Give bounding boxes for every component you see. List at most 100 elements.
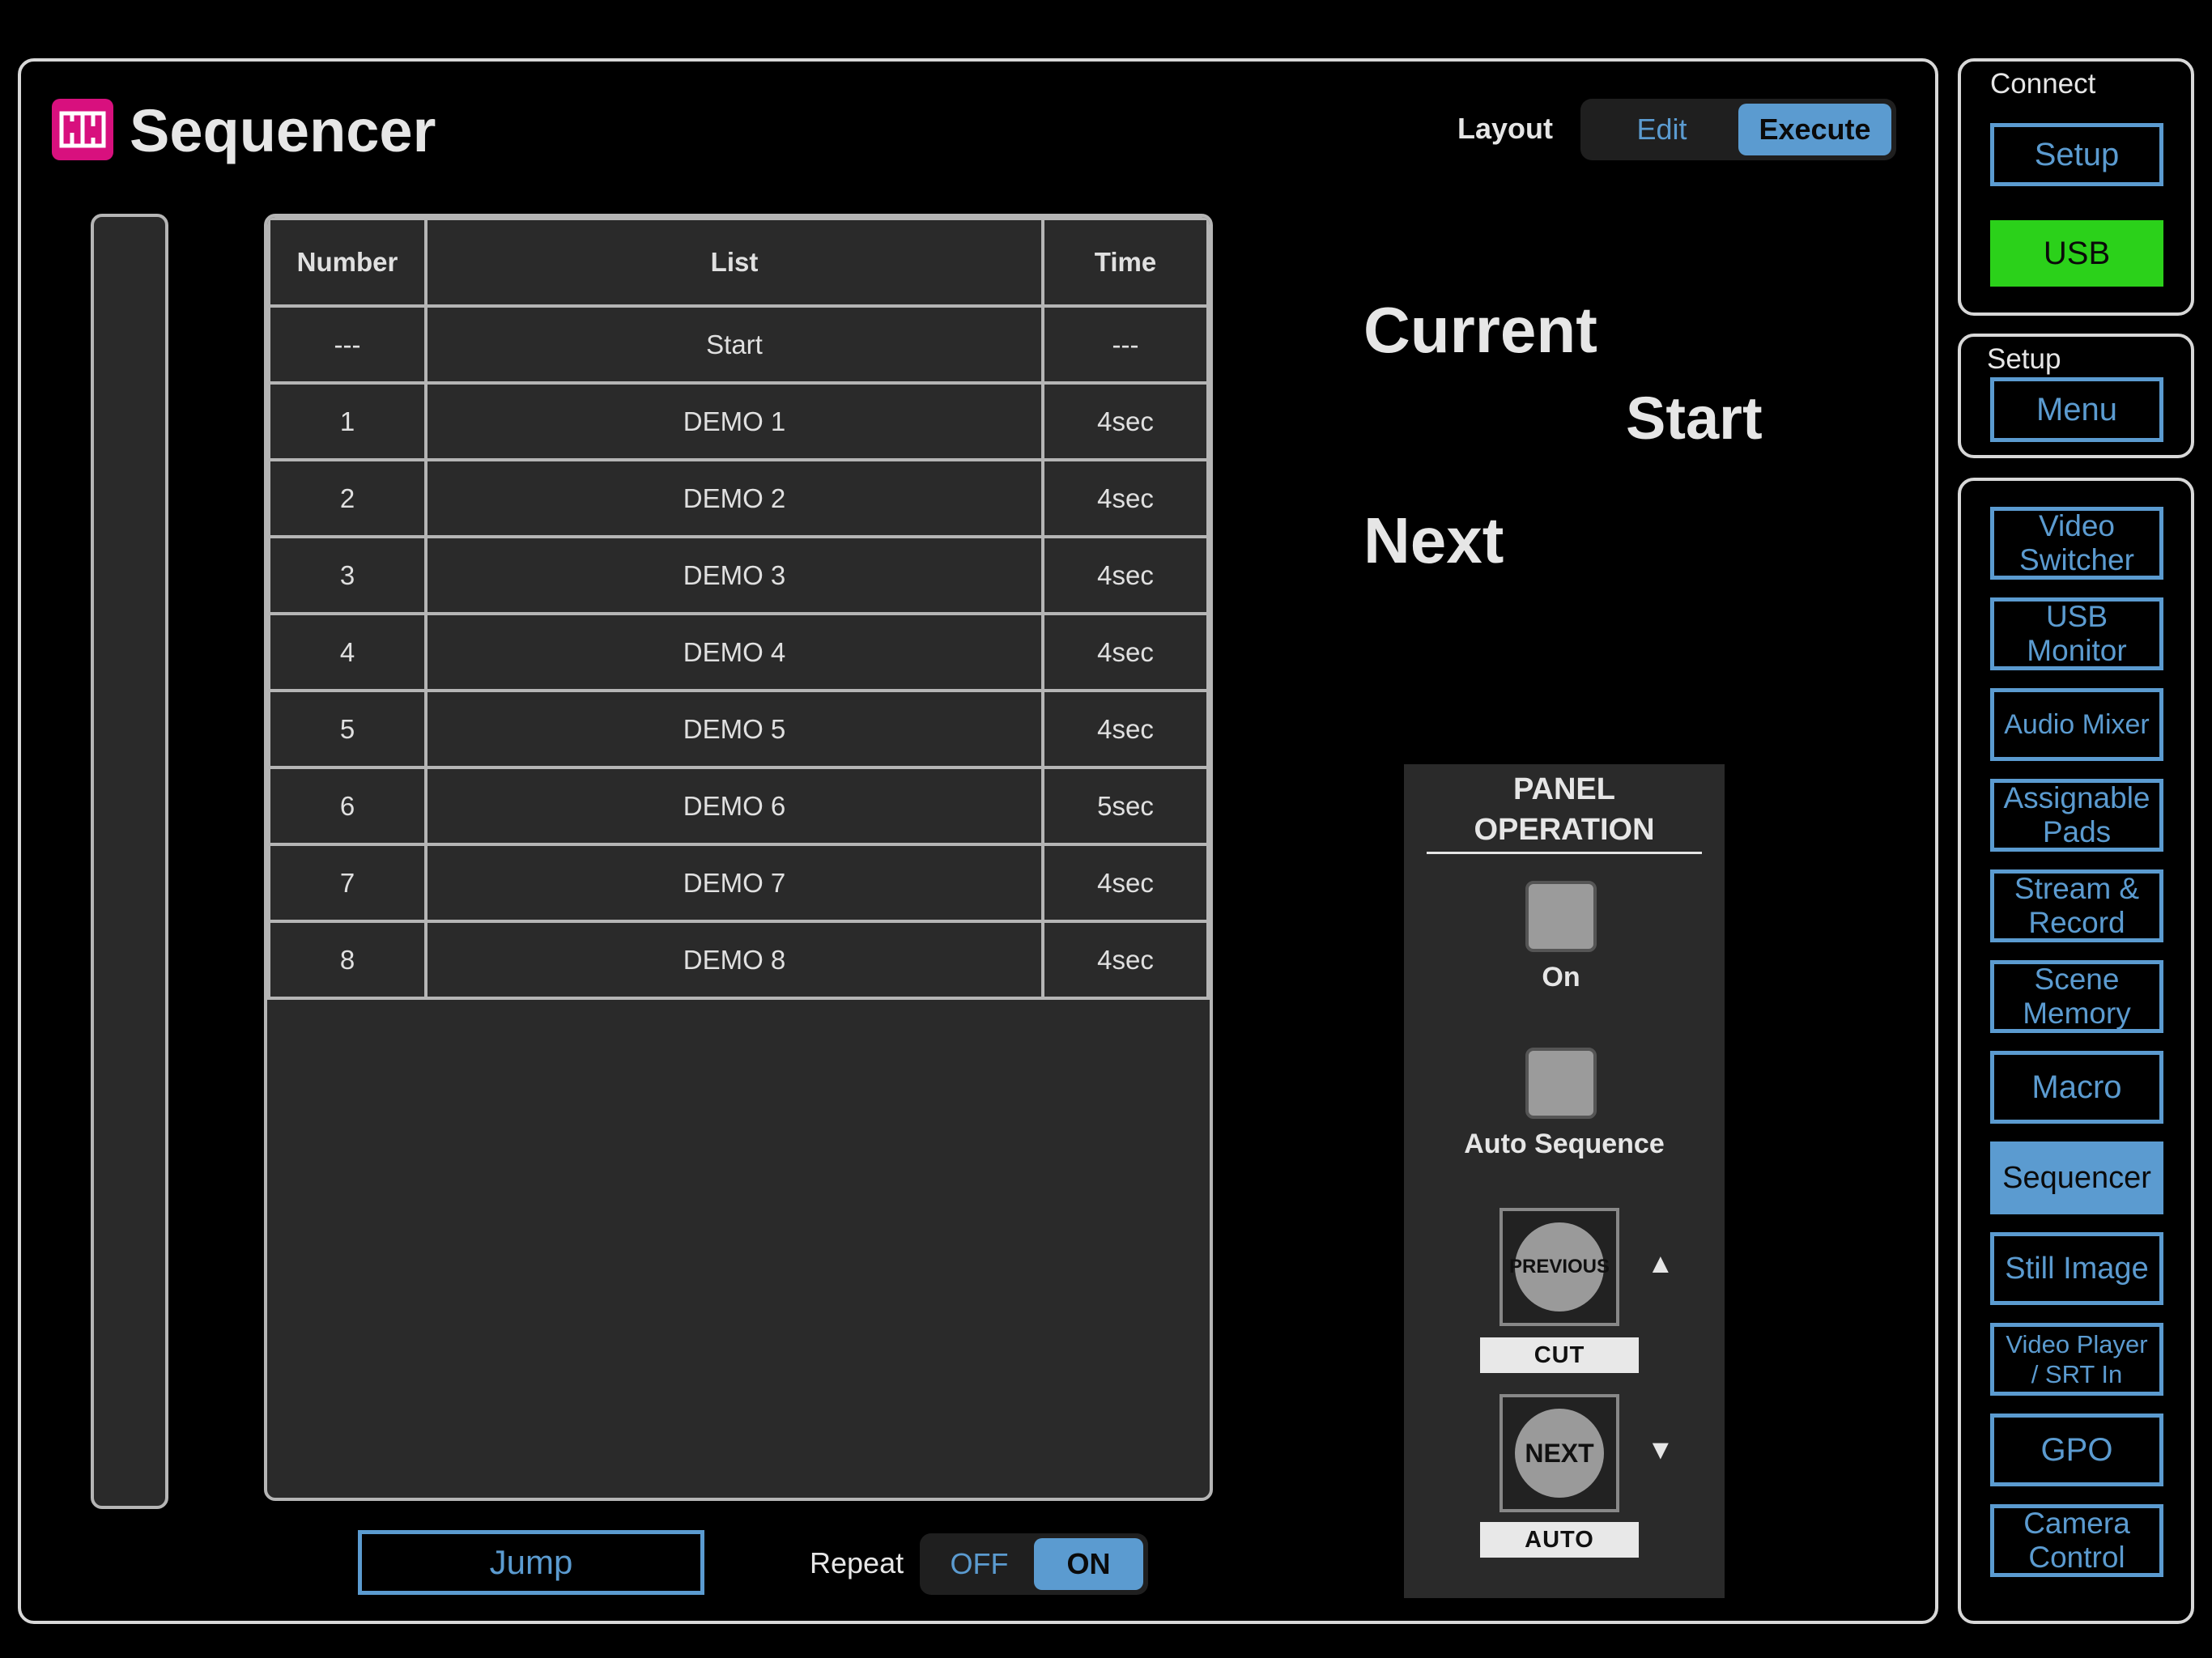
nav-label-line2: Memory [2023,997,2131,1030]
next-key-button[interactable]: NEXT [1499,1394,1619,1512]
row-list: DEMO 7 [424,843,1044,923]
scrollbar[interactable] [91,214,168,1509]
nav-stream-record[interactable]: Stream & Record [1990,869,2163,942]
auto-sequence-label: Auto Sequence [1464,1129,1665,1159]
nav-label-line1: Assignable [2003,781,2150,814]
row-number: 7 [267,843,428,923]
current-value: Start [1626,385,1763,452]
table-row[interactable]: 4 DEMO 4 4sec [267,612,1210,692]
row-number: 3 [267,535,428,615]
nav-label-line2: Record [2028,906,2125,939]
row-number: 4 [267,612,428,692]
repeat-on-button[interactable]: ON [1034,1538,1143,1590]
nav-sequencer[interactable]: Sequencer [1990,1141,2163,1214]
row-list: DEMO 3 [424,535,1044,615]
row-list: DEMO 2 [424,458,1044,538]
nav-assignable-pads[interactable]: Assignable Pads [1990,779,2163,852]
nav-label-line2: / SRT In [2031,1360,2123,1388]
row-number: 6 [267,766,428,846]
panel-on-button[interactable] [1525,881,1597,952]
panel-operation-title-line2: OPERATION [1474,813,1655,847]
row-number: 2 [267,458,428,538]
layout-edit-button[interactable]: Edit [1585,104,1738,155]
repeat-off-button[interactable]: OFF [925,1538,1034,1590]
row-list: DEMO 8 [424,920,1044,1000]
nav-macro[interactable]: Macro [1990,1051,2163,1124]
nav-label-line1: Macro [2031,1069,2122,1105]
row-time: 4sec [1041,843,1210,923]
row-number: 8 [267,920,428,1000]
layout-label: Layout [1457,112,1554,145]
nav-label-line1: Sequencer [2002,1161,2151,1195]
nav-label-line1: USB [2045,600,2108,633]
cut-label: CUT [1480,1337,1639,1373]
nav-label-line1: Audio Mixer [2004,709,2150,740]
table-row[interactable]: 2 DEMO 2 4sec [267,458,1210,538]
row-time: 4sec [1041,612,1210,692]
table-row[interactable]: 6 DEMO 6 5sec [267,766,1210,846]
panel-operation-title: PANEL OPERATION [1427,769,1702,854]
next-label: Next [1363,504,1504,576]
table-header-row: Number List Time [267,217,1210,308]
sequence-table: Number List Time --- Start --- 1 DEMO 1 … [267,217,1210,1000]
nav-scene-memory[interactable]: Scene Memory [1990,960,2163,1033]
nav-label-line1: Video Player [2006,1330,2148,1358]
auto-sequence-button[interactable] [1525,1048,1597,1119]
connect-label: Connect [1990,68,2096,100]
row-time: 5sec [1041,766,1210,846]
menu-button[interactable]: Menu [1990,377,2163,442]
connect-setup-button[interactable]: Setup [1990,123,2163,186]
row-time: --- [1041,304,1210,385]
table-row[interactable]: --- Start --- [267,304,1210,385]
up-arrow-icon: ▲ [1647,1248,1674,1279]
sequencer-logo-icon [52,99,113,160]
nav-label-line1: GPO [2040,1432,2113,1468]
table-row[interactable]: 1 DEMO 1 4sec [267,381,1210,461]
layout-execute-button[interactable]: Execute [1738,104,1891,155]
nav-video-switcher[interactable]: Video Switcher [1990,507,2163,580]
jump-button[interactable]: Jump [358,1530,704,1595]
sequence-table-panel: Number List Time --- Start --- 1 DEMO 1 … [264,214,1213,1501]
nav-camera-control[interactable]: Camera Control [1990,1504,2163,1577]
nav-label-line2: Switcher [2019,543,2134,576]
row-list: DEMO 4 [424,612,1044,692]
row-time: 4sec [1041,381,1210,461]
nav-label-line1: Still Image [2005,1252,2149,1286]
nav-still-image[interactable]: Still Image [1990,1232,2163,1305]
previous-key-button[interactable]: PREVIOUS [1499,1208,1619,1326]
layout-toggle: Edit Execute [1580,99,1896,160]
panel-operation-title-line1: PANEL [1513,772,1615,806]
table-row[interactable]: 5 DEMO 5 4sec [267,689,1210,769]
row-number: 1 [267,381,428,461]
page-title: Sequencer [130,97,436,164]
row-number: 5 [267,689,428,769]
nav-usb-monitor[interactable]: USB Monitor [1990,597,2163,670]
table-row[interactable]: 8 DEMO 8 4sec [267,920,1210,1000]
current-label: Current [1363,294,1597,366]
panel-on-label: On [1542,962,1580,993]
row-list: DEMO 5 [424,689,1044,769]
column-header-time: Time [1041,217,1210,308]
repeat-label: Repeat [810,1546,904,1579]
table-row[interactable]: 7 DEMO 7 4sec [267,843,1210,923]
nav-audio-mixer[interactable]: Audio Mixer [1990,688,2163,761]
nav-video-player-srt-in[interactable]: Video Player / SRT In [1990,1323,2163,1396]
down-arrow-icon: ▼ [1647,1435,1674,1465]
column-header-list: List [424,217,1044,308]
nav-label-line2: Pads [2042,815,2112,848]
row-time: 4sec [1041,920,1210,1000]
previous-key-label: PREVIOUS [1509,1222,1610,1312]
nav-label-line1: Scene [2034,963,2120,996]
nav-label-line2: Monitor [2027,634,2127,667]
row-list: Start [424,304,1044,385]
row-time: 4sec [1041,535,1210,615]
usb-connection-button[interactable]: USB [1990,220,2163,287]
nav-label-line1: Video [2039,509,2115,542]
row-list: DEMO 1 [424,381,1044,461]
nav-gpo[interactable]: GPO [1990,1414,2163,1486]
nav-label-line1: Camera [2023,1507,2130,1540]
row-time: 4sec [1041,689,1210,769]
column-header-number: Number [267,217,428,308]
auto-label: AUTO [1480,1522,1639,1558]
table-row[interactable]: 3 DEMO 3 4sec [267,535,1210,615]
